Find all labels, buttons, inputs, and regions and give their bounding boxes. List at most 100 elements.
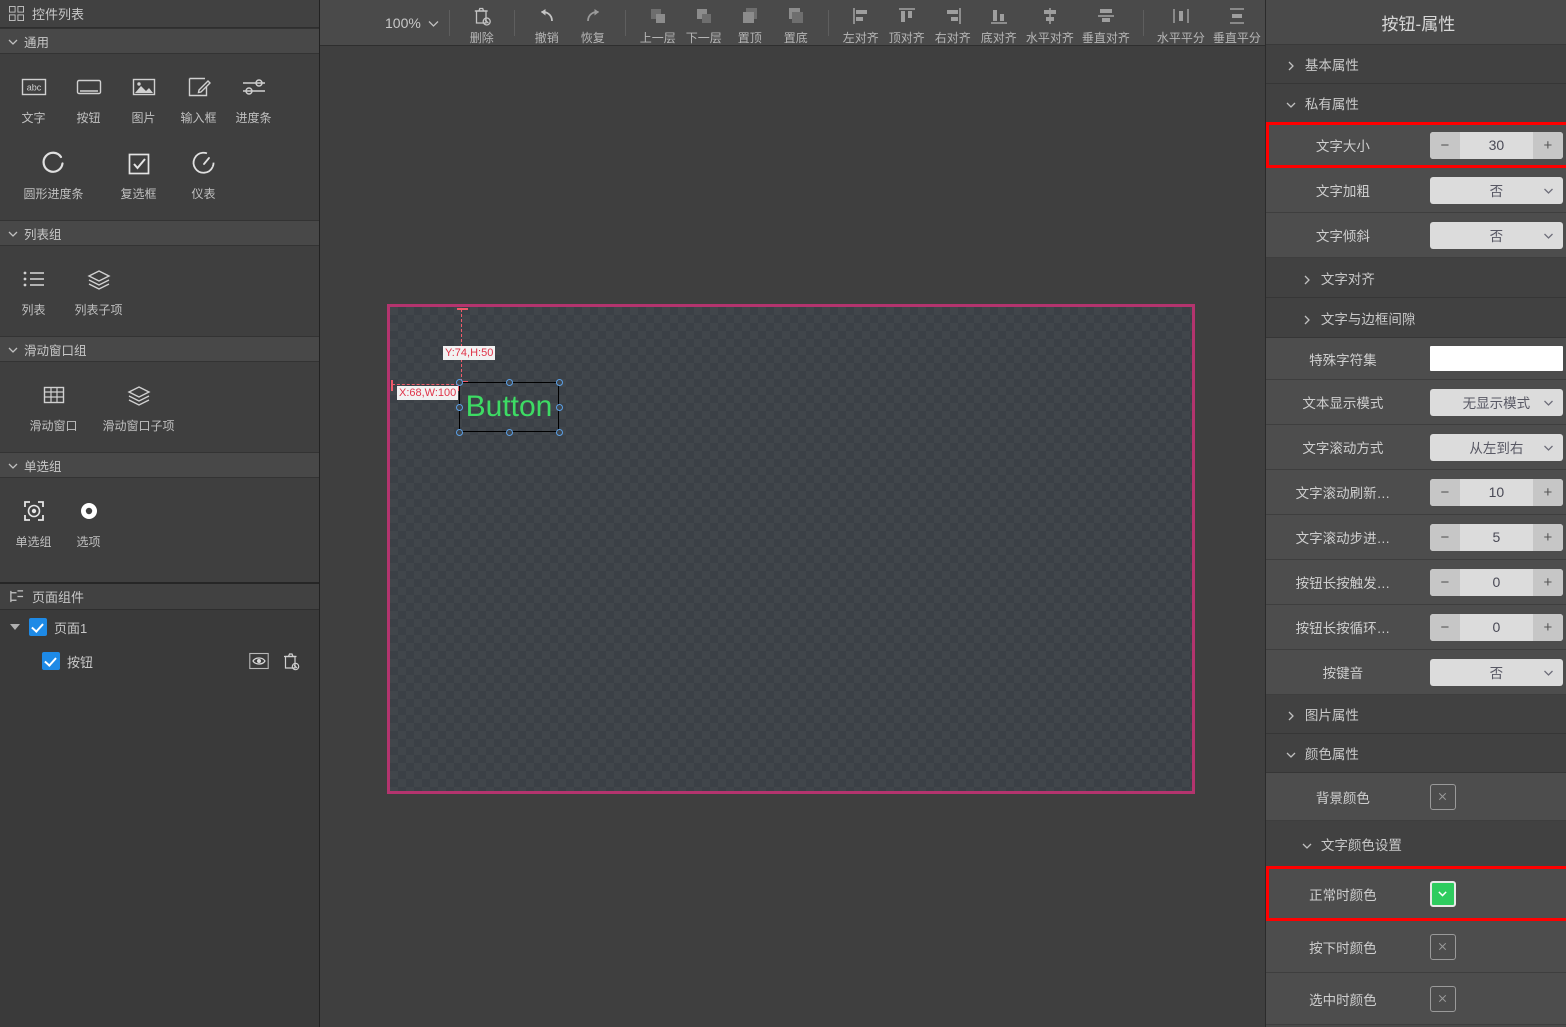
stepper-value[interactable]: 5 bbox=[1460, 524, 1533, 551]
increment-button[interactable]: + bbox=[1532, 478, 1563, 506]
increment-button[interactable]: + bbox=[1532, 131, 1563, 159]
widget-item-image[interactable]: 图片 bbox=[116, 64, 171, 130]
triangle-down-icon[interactable] bbox=[10, 624, 20, 630]
longpress-trigger-stepper[interactable]: − 0 + bbox=[1429, 568, 1563, 596]
decrement-button[interactable]: − bbox=[1429, 613, 1460, 641]
resize-handle-nw[interactable] bbox=[455, 378, 463, 386]
resize-handle-w[interactable] bbox=[455, 403, 463, 411]
toolbar-delete-button[interactable]: 删除 bbox=[459, 2, 505, 46]
chevron-down-icon bbox=[8, 460, 18, 470]
toolbar-align-top-button[interactable]: 顶对齐 bbox=[884, 2, 930, 46]
radio-group-icon bbox=[19, 496, 49, 526]
special-charset-input[interactable] bbox=[1429, 346, 1563, 371]
decrement-button[interactable]: − bbox=[1429, 478, 1460, 506]
canvas-workspace[interactable]: Y:74,H:50 X:68,W:100 Button bbox=[320, 46, 1265, 1027]
font-bold-select[interactable]: 否 bbox=[1429, 176, 1563, 204]
toolbar-align-center-h-button[interactable]: 水平对齐 bbox=[1022, 2, 1078, 46]
group-header-list[interactable]: 列表组 bbox=[0, 220, 319, 246]
text-scroll-direction-select[interactable]: 从左到右 bbox=[1429, 433, 1563, 461]
tree-checkbox[interactable] bbox=[29, 618, 47, 636]
resize-handle-e[interactable] bbox=[555, 403, 563, 411]
toolbar-redo-button[interactable]: 恢复 bbox=[570, 2, 616, 46]
tree-checkbox[interactable] bbox=[42, 652, 60, 670]
prop-label: 选中时颜色 bbox=[1309, 992, 1377, 1008]
widget-item-list[interactable]: 列表 bbox=[6, 256, 61, 322]
group-header-radio[interactable]: 单选组 bbox=[0, 452, 319, 478]
toolbar-distribute-v-button[interactable]: 垂直平分 bbox=[1209, 2, 1265, 46]
toolbar-align-right-button[interactable]: 右对齐 bbox=[930, 2, 976, 46]
widget-list-header: 控件列表 bbox=[0, 0, 319, 28]
resize-handle-ne[interactable] bbox=[555, 378, 563, 386]
widget-item-text[interactable]: abc 文字 bbox=[6, 64, 61, 130]
tree-label: 按钮 bbox=[67, 654, 94, 670]
canvas-button-widget[interactable]: Button bbox=[459, 382, 559, 432]
increment-button[interactable]: + bbox=[1532, 568, 1563, 596]
widget-item-slide-window[interactable]: 滑动窗口 bbox=[16, 372, 91, 438]
design-canvas[interactable]: Y:74,H:50 X:68,W:100 Button bbox=[387, 304, 1195, 794]
zoom-control[interactable]: 100% bbox=[385, 2, 440, 44]
section-image-properties[interactable]: 图片属性 bbox=[1265, 695, 1566, 734]
pressed-color-swatch[interactable] bbox=[1429, 933, 1456, 960]
resize-handle-se[interactable] bbox=[555, 428, 563, 436]
widget-item-button[interactable]: 按钮 bbox=[61, 64, 116, 130]
widget-item-slide-window-subitem[interactable]: 滑动窗口子项 bbox=[91, 372, 186, 438]
selected-color-swatch[interactable] bbox=[1429, 985, 1456, 1012]
section-text-align[interactable]: 文字对齐 bbox=[1265, 258, 1566, 298]
longpress-loop-stepper[interactable]: − 0 + bbox=[1429, 613, 1563, 641]
stepper-value[interactable]: 0 bbox=[1460, 569, 1533, 596]
section-private-properties[interactable]: 私有属性 bbox=[1265, 84, 1566, 123]
text-scroll-step-stepper[interactable]: − 5 + bbox=[1429, 523, 1563, 551]
delete-icon[interactable] bbox=[281, 651, 301, 671]
key-sound-select[interactable]: 否 bbox=[1429, 658, 1563, 686]
section-text-border-gap[interactable]: 文字与边框间隙 bbox=[1265, 298, 1566, 338]
font-size-stepper[interactable]: − 30 + bbox=[1429, 131, 1563, 159]
widget-item-gauge[interactable]: 仪表 bbox=[176, 140, 231, 206]
toolbar-button-label: 上一层 bbox=[639, 31, 676, 45]
increment-button[interactable]: + bbox=[1532, 523, 1563, 551]
normal-color-swatch[interactable] bbox=[1429, 880, 1456, 907]
increment-button[interactable]: + bbox=[1532, 613, 1563, 641]
decrement-button[interactable]: − bbox=[1429, 568, 1460, 596]
toolbar-send-to-back-button[interactable]: 置底 bbox=[773, 2, 819, 46]
toolbar-align-bottom-button[interactable]: 底对齐 bbox=[976, 2, 1022, 46]
text-display-mode-select[interactable]: 无显示模式 bbox=[1429, 388, 1563, 416]
group-header-general[interactable]: 通用 bbox=[0, 28, 319, 54]
decrement-button[interactable]: − bbox=[1429, 523, 1460, 551]
bring-forward-icon bbox=[647, 5, 669, 27]
toolbar-bring-forward-button[interactable]: 上一层 bbox=[635, 2, 681, 46]
toolbar-send-backward-button[interactable]: 下一层 bbox=[681, 2, 727, 46]
chevron-down-icon bbox=[1286, 98, 1296, 108]
section-text-color-settings[interactable]: 文字颜色设置 bbox=[1265, 821, 1566, 867]
widget-item-radio-option[interactable]: 选项 bbox=[61, 488, 116, 554]
font-italic-select[interactable]: 否 bbox=[1429, 221, 1563, 249]
widget-label: 仪表 bbox=[191, 187, 216, 201]
widget-item-progress-bar[interactable]: 进度条 bbox=[226, 64, 281, 130]
resize-handle-n[interactable] bbox=[505, 378, 513, 386]
eye-icon[interactable] bbox=[249, 651, 269, 671]
widget-item-input[interactable]: 输入框 bbox=[171, 64, 226, 130]
widget-item-radio-group[interactable]: 单选组 bbox=[6, 488, 61, 554]
section-basic-properties[interactable]: 基本属性 bbox=[1265, 45, 1566, 84]
group-header-slide-window[interactable]: 滑动窗口组 bbox=[0, 336, 319, 362]
section-color-properties[interactable]: 颜色属性 bbox=[1265, 734, 1566, 773]
widget-item-list-subitem[interactable]: 列表子项 bbox=[61, 256, 136, 322]
decrement-button[interactable]: − bbox=[1429, 131, 1460, 159]
resize-handle-s[interactable] bbox=[505, 428, 513, 436]
toolbar-bring-to-front-button[interactable]: 置顶 bbox=[727, 2, 773, 46]
toolbar-distribute-h-button[interactable]: 水平平分 bbox=[1153, 2, 1209, 46]
stepper-value[interactable]: 10 bbox=[1460, 479, 1533, 506]
stepper-value[interactable]: 30 bbox=[1460, 132, 1533, 159]
background-color-swatch[interactable] bbox=[1429, 783, 1456, 810]
resize-handle-sw[interactable] bbox=[455, 428, 463, 436]
widget-item-checkbox[interactable]: 复选框 bbox=[101, 140, 176, 206]
tree-row-page1[interactable]: 页面1 bbox=[0, 610, 319, 644]
tree-row-button[interactable]: 按钮 bbox=[0, 644, 319, 678]
toolbar-align-center-v-button[interactable]: 垂直对齐 bbox=[1078, 2, 1134, 46]
toolbar-align-left-button[interactable]: 左对齐 bbox=[838, 2, 884, 46]
toolbar-undo-button[interactable]: 撤销 bbox=[524, 2, 570, 46]
chevron-right-icon bbox=[1286, 709, 1296, 721]
widget-item-circular-progress[interactable]: 圆形进度条 bbox=[6, 140, 101, 206]
stepper-value[interactable]: 0 bbox=[1460, 614, 1533, 641]
text-scroll-refresh-stepper[interactable]: − 10 + bbox=[1429, 478, 1563, 506]
widget-area-slide-window: 滑动窗口 滑动窗口子项 bbox=[0, 362, 319, 452]
